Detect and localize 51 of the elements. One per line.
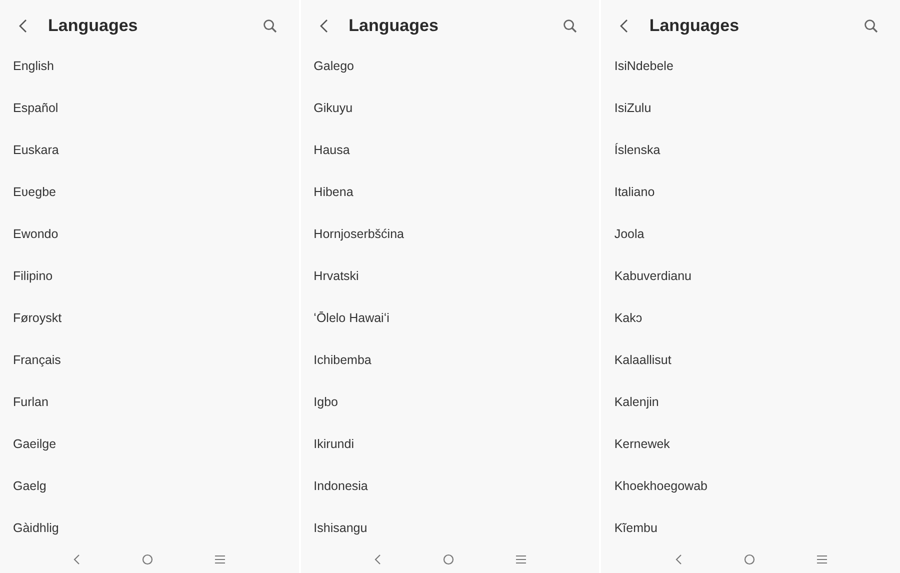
menu-icon[interactable]: [215, 555, 226, 564]
screen-title: Languages: [649, 16, 740, 36]
language-item[interactable]: Gaeilge: [13, 436, 56, 451]
menu-icon[interactable]: [516, 555, 526, 564]
language-item[interactable]: Kĩembu: [614, 520, 658, 535]
home-icon[interactable]: [142, 554, 154, 566]
language-item[interactable]: Kalenjin: [614, 394, 659, 409]
language-item[interactable]: Italiano: [614, 184, 655, 199]
language-item[interactable]: Joola: [614, 226, 644, 241]
language-item[interactable]: Ichibemba: [314, 352, 372, 367]
language-item[interactable]: Gàidhlig: [13, 520, 59, 535]
home-icon[interactable]: [443, 554, 454, 566]
screen-title: Languages: [348, 16, 440, 36]
language-item[interactable]: Ikirundi: [314, 436, 354, 451]
language-item[interactable]: Eʋegbe: [13, 184, 56, 199]
language-item[interactable]: Hornjoserbšćina: [314, 226, 404, 241]
back-nav-icon[interactable]: [374, 554, 381, 566]
language-item[interactable]: Filipino: [13, 268, 53, 283]
language-item[interactable]: Gikuyu: [314, 100, 353, 115]
language-item[interactable]: Kalaallisut: [614, 352, 672, 367]
language-item[interactable]: Føroyskt: [13, 310, 62, 325]
language-item[interactable]: IsiZulu: [614, 100, 652, 115]
language-item[interactable]: Español: [13, 100, 58, 115]
language-item[interactable]: Khoekhoegowab: [614, 478, 708, 493]
language-item[interactable]: Furlan: [13, 394, 48, 409]
language-item[interactable]: Indonesia: [314, 478, 368, 493]
language-item[interactable]: Hibena: [314, 184, 354, 199]
language-item[interactable]: Hausa: [314, 142, 350, 157]
language-item[interactable]: Galego: [314, 58, 354, 73]
language-item[interactable]: Euskara: [13, 142, 59, 157]
home-icon[interactable]: [744, 554, 755, 566]
language-item[interactable]: Gaelg: [13, 478, 46, 493]
menu-icon[interactable]: [816, 555, 827, 564]
language-item[interactable]: Kabuverdianu: [614, 268, 692, 283]
language-item[interactable]: Ewondo: [13, 226, 58, 241]
language-item[interactable]: Kernewek: [614, 436, 670, 451]
language-item[interactable]: Ishisangu: [314, 520, 368, 535]
screen-title: Languages: [48, 16, 139, 36]
search-icon[interactable]: [262, 19, 277, 34]
language-item[interactable]: Français: [13, 352, 61, 367]
back-nav-icon[interactable]: [674, 554, 682, 566]
search-icon[interactable]: [563, 19, 578, 34]
language-item[interactable]: ʻŌlelo Hawaiʻi: [314, 310, 390, 325]
language-item[interactable]: Íslenska: [614, 142, 660, 157]
search-icon[interactable]: [864, 19, 878, 34]
language-item[interactable]: Igbo: [314, 394, 338, 409]
language-item[interactable]: Hrvatski: [314, 268, 359, 283]
language-item[interactable]: IsiNdebele: [614, 58, 674, 73]
back-nav-icon[interactable]: [73, 554, 80, 566]
language-item[interactable]: English: [13, 58, 54, 73]
language-item[interactable]: Kakɔ: [614, 310, 642, 325]
